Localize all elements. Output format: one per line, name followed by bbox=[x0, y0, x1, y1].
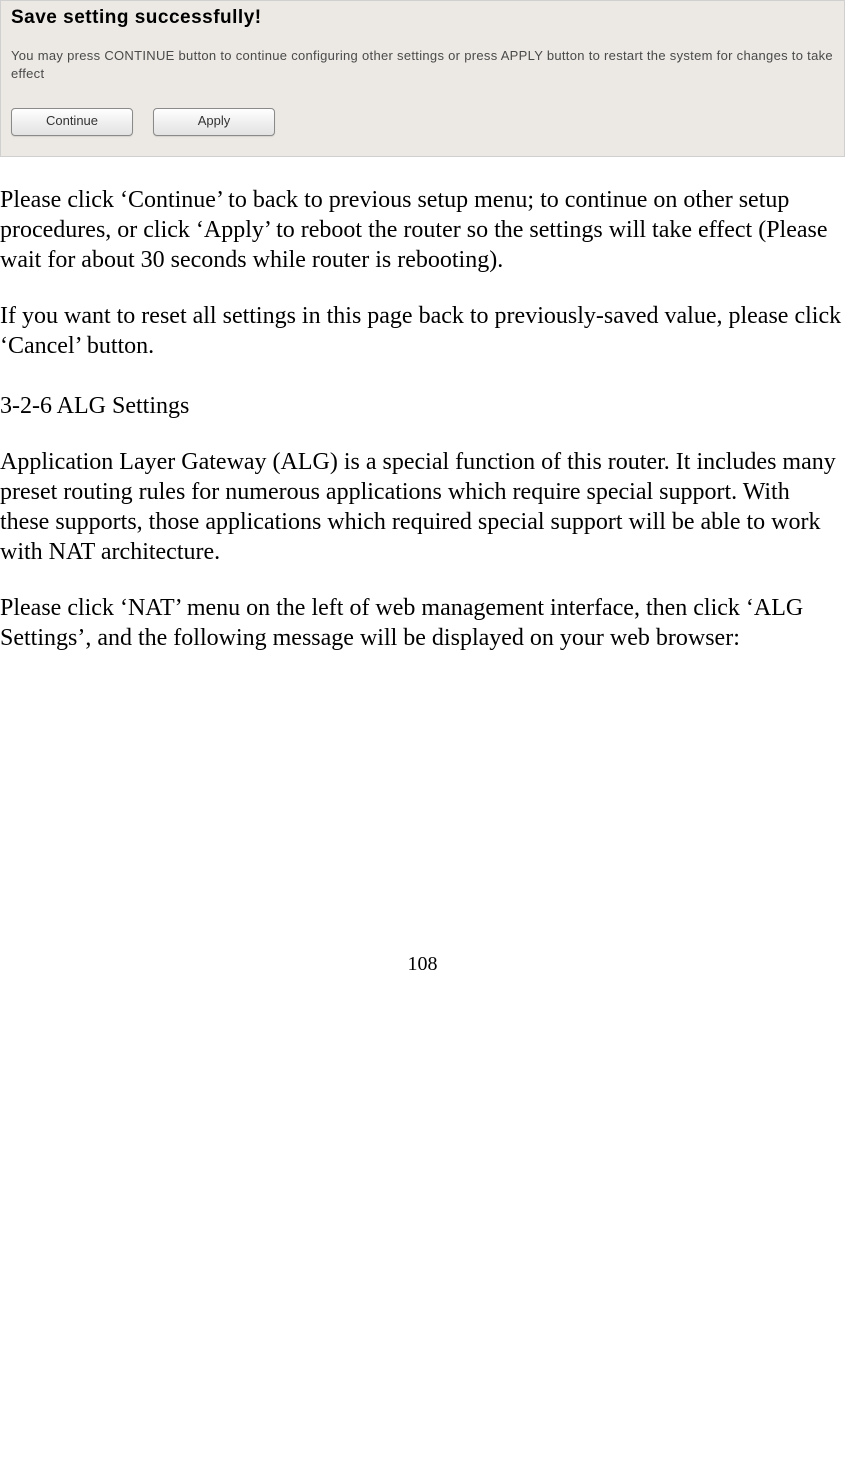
doc-paragraph-4: Please click ‘NAT’ menu on the left of w… bbox=[0, 593, 845, 653]
document-body: Please click ‘Continue’ to back to previ… bbox=[0, 157, 845, 653]
panel-description: You may press CONTINUE button to continu… bbox=[1, 29, 844, 90]
panel-button-row: Continue Apply bbox=[1, 90, 844, 156]
continue-button[interactable]: Continue bbox=[11, 108, 133, 136]
apply-button[interactable]: Apply bbox=[153, 108, 275, 136]
doc-section-heading: 3-2-6 ALG Settings bbox=[0, 391, 845, 421]
panel-title: Save setting successfully! bbox=[1, 1, 844, 29]
doc-paragraph-3: Application Layer Gateway (ALG) is a spe… bbox=[0, 447, 845, 567]
doc-paragraph-2: If you want to reset all settings in thi… bbox=[0, 301, 845, 361]
doc-paragraph-1: Please click ‘Continue’ to back to previ… bbox=[0, 185, 845, 275]
settings-saved-panel: Save setting successfully! You may press… bbox=[0, 0, 845, 157]
page-number: 108 bbox=[0, 953, 845, 996]
